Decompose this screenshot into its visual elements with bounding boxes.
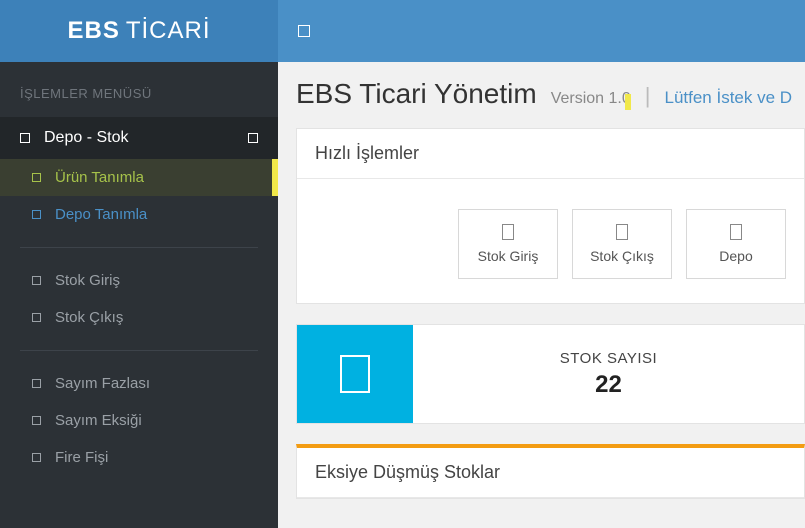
quick-actions-row: Stok Giriş Stok Çıkış Depo [315,209,786,279]
stat-icon-box [297,325,413,423]
sidebar-item-label: Sayım Fazlası [55,375,150,392]
main-content: EBS Ticari Yönetim Version 1.0 | Lütfen … [278,62,805,528]
sidebar-item-depo-tanimla[interactable]: Depo Tanımla [0,196,278,233]
action-stok-cikis[interactable]: Stok Çıkış [572,209,672,279]
negative-stock-panel: Eksiye Düşmüş Stoklar [296,444,805,499]
sidebar-item-label: Sayım Eksiği [55,412,142,429]
square-icon [32,173,41,182]
topbar-right [278,0,805,62]
stat-value: 22 [595,371,622,399]
divider [20,350,258,351]
topbar: EBS TİCARİ [0,0,805,62]
sidebar-item-urun-tanimla[interactable]: Ürün Tanımla [0,159,278,196]
sidebar-item-label: Stok Giriş [55,272,120,289]
divider [20,247,258,248]
brand-light: TİCARİ [126,17,211,45]
negative-stock-title: Eksiye Düşmüş Stoklar [297,448,804,498]
page-header: EBS Ticari Yönetim Version 1.0 | Lütfen … [296,78,805,110]
stat-label: STOK SAYISI [560,350,657,367]
brand-bold: EBS [67,17,119,45]
action-stok-giris[interactable]: Stok Giriş [458,209,558,279]
doc-icon [502,224,514,240]
sidebar-parent-depo-stok[interactable]: Depo - Stok [0,117,278,159]
page-title: EBS Ticari Yönetim [296,78,537,110]
action-depo[interactable]: Depo [686,209,786,279]
quick-actions-title: Hızlı İşlemler [297,129,804,179]
brand[interactable]: EBS TİCARİ [0,0,278,62]
box-icon [340,355,370,393]
separator: | [645,83,651,109]
page-version: Version 1.0 [551,90,631,108]
square-icon [32,416,41,425]
action-label: Stok Çıkış [590,248,654,264]
sidebar-item-fire-fisi[interactable]: Fire Fişi [0,439,278,476]
stat-card-stock-count: STOK SAYISI 22 [296,324,805,424]
sidebar: İŞLEMLER MENÜSÜ Depo - Stok Ürün Tanımla… [0,62,278,528]
quick-actions-panel: Hızlı İşlemler Stok Giriş Stok Çıkış Dep… [296,128,805,304]
sidebar-item-label: Stok Çıkış [55,309,123,326]
sidebar-item-label: Ürün Tanımla [55,169,144,186]
sidebar-item-stok-cikis[interactable]: Stok Çıkış [0,299,278,336]
doc-icon [730,224,742,240]
request-link[interactable]: Lütfen İstek ve D [664,88,792,108]
square-icon [32,453,41,462]
highlight-marker [625,94,631,110]
square-icon [32,313,41,322]
sidebar-section-title: İŞLEMLER MENÜSÜ [0,62,278,117]
sidebar-item-label: Depo Tanımla [55,206,147,223]
sidebar-item-label: Fire Fişi [55,449,108,466]
square-icon [32,210,41,219]
sidebar-item-sayim-eksigi[interactable]: Sayım Eksiği [0,402,278,439]
sidebar-parent-label: Depo - Stok [44,129,128,147]
menu-toggle-icon[interactable] [298,25,310,37]
square-icon [20,133,30,143]
collapse-icon [248,133,258,143]
action-label: Stok Giriş [478,248,539,264]
action-label: Depo [719,248,752,264]
square-icon [32,379,41,388]
doc-icon [616,224,628,240]
sidebar-item-stok-giris[interactable]: Stok Giriş [0,262,278,299]
square-icon [32,276,41,285]
sidebar-item-sayim-fazlasi[interactable]: Sayım Fazlası [0,365,278,402]
